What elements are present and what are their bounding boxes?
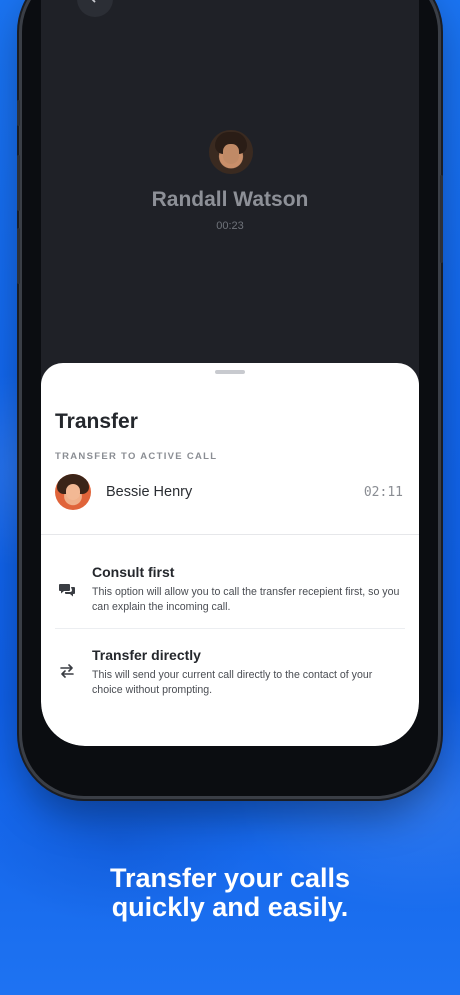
phone-screen: Randall Watson 00:23 Transfer TRANSFER T… (41, 0, 419, 746)
option-description: This will send your current call directl… (92, 669, 373, 696)
active-call-contact-row[interactable]: Bessie Henry 02:11 (41, 468, 419, 518)
contact-avatar (55, 474, 91, 510)
arrow-left-icon (87, 0, 103, 10)
call-timer: 00:23 (216, 220, 244, 232)
contact-name: Bessie Henry (106, 484, 193, 500)
phone-frame: Randall Watson 00:23 Transfer TRANSFER T… (17, 0, 443, 796)
phone-side-button (17, 100, 20, 126)
option-transfer-directly[interactable]: Transfer directly This will send your cu… (41, 629, 419, 721)
option-description: This option will allow you to call the t… (92, 586, 400, 613)
sheet-title: Transfer (55, 410, 138, 433)
section-label: TRANSFER TO ACTIVE CALL (55, 451, 218, 462)
chat-bubbles-icon (55, 578, 79, 602)
sheet-drag-handle[interactable] (215, 370, 245, 374)
transfer-sheet: Transfer TRANSFER TO ACTIVE CALL Bessie … (41, 363, 419, 746)
contact-call-duration: 02:11 (363, 485, 403, 500)
marketing-headline: Transfer your calls quickly and easily. (0, 864, 460, 922)
phone-side-button (440, 175, 443, 263)
option-consult-first[interactable]: Consult first This option will allow you… (41, 535, 419, 627)
swap-arrows-icon (55, 659, 79, 683)
caller-name: Randall Watson (151, 188, 309, 211)
phone-side-button (17, 228, 20, 284)
option-title: Transfer directly (92, 647, 201, 663)
back-button[interactable] (77, 0, 113, 17)
headline-line-1: Transfer your calls (109, 863, 351, 893)
headline-line-2: quickly and easily. (111, 892, 349, 922)
option-title: Consult first (92, 564, 175, 580)
caller-avatar (209, 130, 253, 174)
phone-side-button (17, 155, 20, 211)
